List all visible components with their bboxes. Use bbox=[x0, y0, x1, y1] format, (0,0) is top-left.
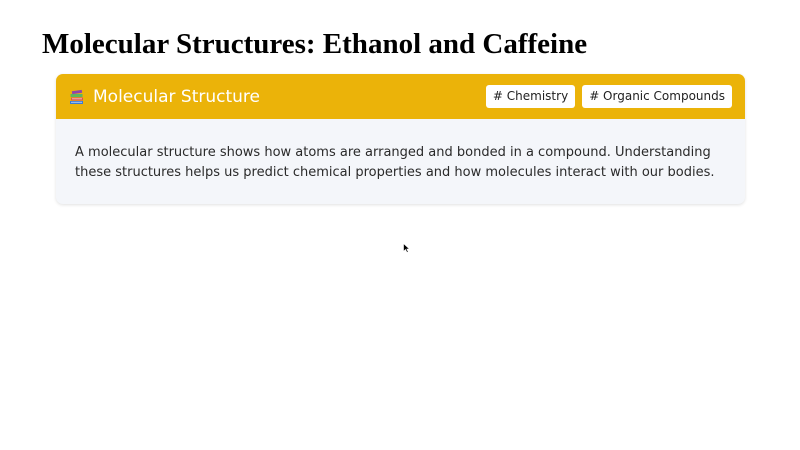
page-title: Molecular Structures: Ethanol and Caffei… bbox=[42, 28, 588, 60]
card-header: Molecular Structure # Chemistry # Organi… bbox=[56, 74, 745, 119]
molecular-structure-card: Molecular Structure # Chemistry # Organi… bbox=[56, 74, 745, 204]
tag-list: # Chemistry # Organic Compounds bbox=[485, 85, 732, 108]
tag-organic-compounds[interactable]: # Organic Compounds bbox=[582, 85, 732, 108]
mouse-cursor-icon bbox=[403, 238, 411, 257]
books-icon bbox=[69, 89, 85, 105]
card-description: A molecular structure shows how atoms ar… bbox=[75, 145, 715, 180]
tag-chemistry[interactable]: # Chemistry bbox=[485, 85, 576, 108]
card-title: Molecular Structure bbox=[93, 86, 260, 107]
